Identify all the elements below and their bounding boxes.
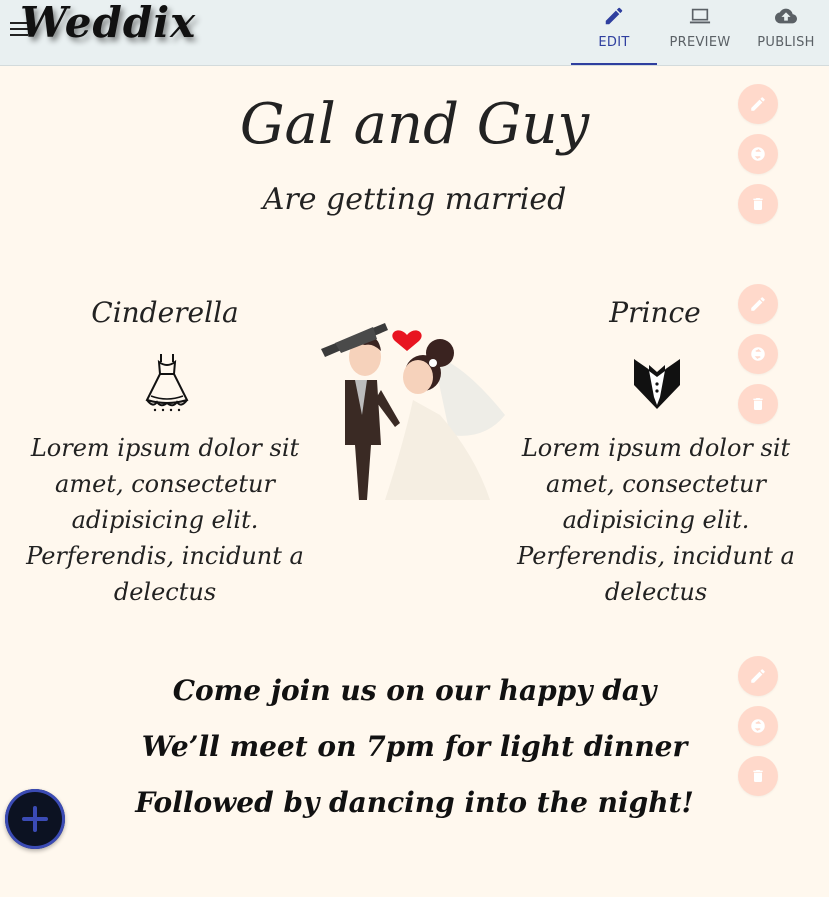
bride-text-line: amet, consectetur [55, 470, 275, 498]
couple-title: Gal and Guy [239, 92, 590, 157]
bride-text-line: Perferendis, incidunt a [26, 542, 304, 570]
groom-text-line: delectus [604, 578, 708, 606]
plus-icon [22, 806, 48, 832]
app-header: Weddix EDIT PREVIEW PUBLISH [0, 0, 829, 66]
top-nav: EDIT PREVIEW PUBLISH [571, 0, 829, 65]
add-section-button[interactable] [5, 789, 65, 849]
couple-subtitle: Are getting married [262, 182, 567, 217]
groom-name: Prince [609, 296, 701, 329]
groom-text-line: adipisicing elit. [562, 506, 750, 534]
tab-edit-label: EDIT [598, 35, 630, 50]
bride-text-line: adipisicing elit. [71, 506, 259, 534]
tab-edit[interactable]: EDIT [571, 0, 657, 65]
dress-icon [145, 354, 189, 412]
trash-icon [753, 398, 763, 410]
bride-and-groom-illustration [321, 323, 505, 500]
pencil-icon [605, 7, 623, 25]
tuxedo-icon [634, 359, 680, 409]
tab-publish-label: PUBLISH [757, 35, 815, 50]
app-logo: Weddix [20, 0, 197, 47]
swap-section-button[interactable] [738, 334, 778, 374]
tab-publish[interactable]: PUBLISH [743, 0, 829, 65]
bride-text-line: Lorem ipsum dolor sit [30, 434, 300, 462]
groom-text-line: amet, consectetur [546, 470, 766, 498]
invitation-line: We’ll meet on 7pm for light dinner [141, 730, 688, 763]
tab-preview[interactable]: PREVIEW [657, 0, 743, 65]
groom-text-line: Lorem ipsum dolor sit [521, 434, 791, 462]
groom-description: Lorem ipsum dolor sit amet, consectetur … [516, 430, 796, 610]
invitation-line: Come join us on our happy day [172, 674, 657, 707]
invitation-line: Followed by dancing into the night! [135, 786, 694, 819]
bride-description: Lorem ipsum dolor sit amet, consectetur … [25, 430, 305, 610]
delete-section-button[interactable] [738, 384, 778, 424]
groom-text-line: Perferendis, incidunt a [517, 542, 795, 570]
bride-text-line: delectus [113, 578, 217, 606]
tab-preview-label: PREVIEW [669, 35, 731, 50]
swap-icon [751, 347, 765, 361]
trash-icon [753, 770, 763, 782]
laptop-icon [689, 8, 711, 24]
cloud-upload-icon [775, 8, 797, 24]
bride-name: Cinderella [91, 296, 239, 329]
